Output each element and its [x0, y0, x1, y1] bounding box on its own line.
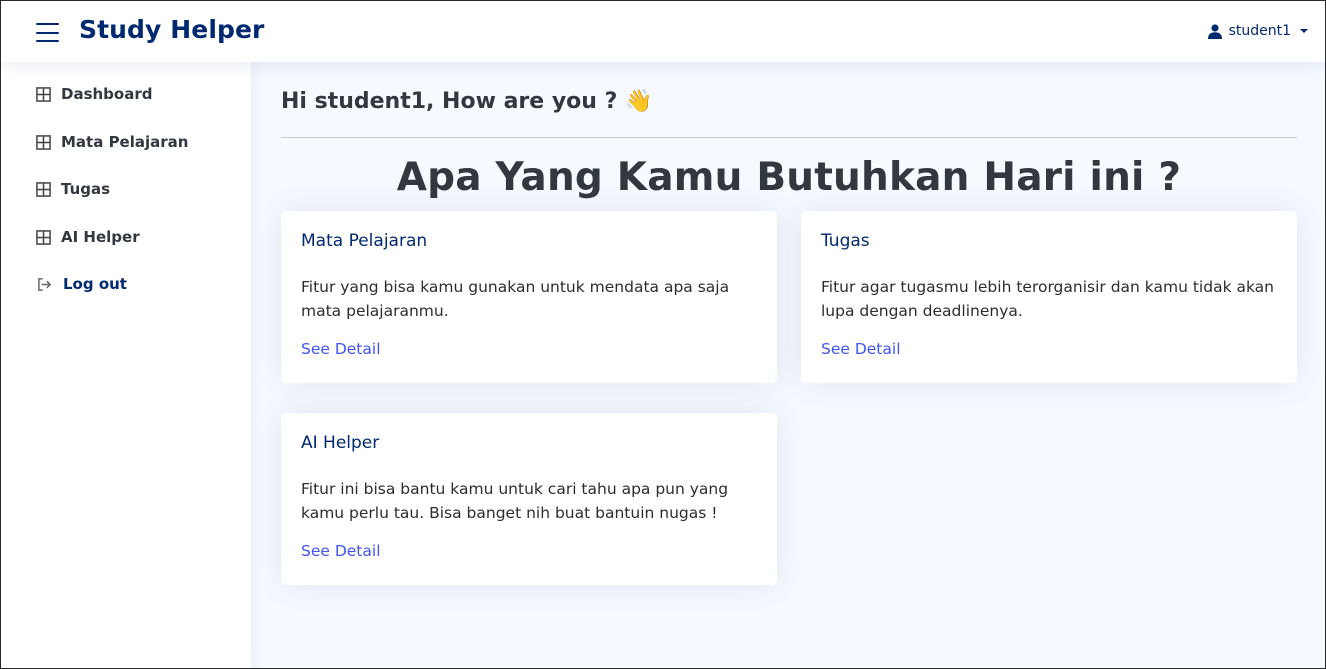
- card-title: AI Helper: [301, 433, 380, 453]
- sidebar-item-label: Tugas: [61, 180, 111, 198]
- see-detail-link[interactable]: See Detail: [301, 340, 381, 358]
- page-greeting: Hi student1, How are you ? 👋: [281, 89, 653, 114]
- divider: [281, 137, 1297, 138]
- user-name: student1: [1228, 23, 1291, 39]
- sidebar-item-mata-pelajaran[interactable]: Mata Pelajaran: [36, 133, 188, 151]
- grid-icon: [36, 134, 51, 150]
- person-icon: [1207, 23, 1222, 39]
- card-title: Mata Pelajaran: [301, 231, 428, 251]
- grid-icon: [36, 86, 51, 102]
- sidebar: Dashboard Mata Pelajaran Tugas AI Helper: [1, 62, 251, 668]
- card-title: Tugas: [821, 231, 870, 251]
- card-text: Fitur ini bisa bantu kamu untuk cari tah…: [301, 480, 729, 522]
- logout-icon: [38, 277, 52, 291]
- see-detail-link[interactable]: See Detail: [821, 340, 901, 358]
- card-mata-pelajaran: Mata Pelajaran Fitur yang bisa kamu guna…: [281, 211, 777, 383]
- grid-icon: [36, 181, 51, 197]
- sidebar-item-label: Dashboard: [61, 85, 153, 103]
- top-header: Study Helper student1: [1, 1, 1325, 62]
- grid-icon: [36, 229, 51, 245]
- user-menu[interactable]: student1: [1207, 23, 1308, 39]
- sidebar-item-label: Log out: [63, 275, 127, 293]
- sidebar-item-ai-helper[interactable]: AI Helper: [36, 228, 140, 246]
- sidebar-item-tugas[interactable]: Tugas: [36, 180, 110, 198]
- app-brand[interactable]: Study Helper: [79, 15, 264, 44]
- chevron-down-icon: [1300, 29, 1308, 33]
- card-text: Fitur agar tugasmu lebih terorganisir da…: [821, 278, 1274, 320]
- sidebar-toggle-icon[interactable]: [36, 23, 59, 42]
- see-detail-link[interactable]: See Detail: [301, 542, 381, 560]
- sidebar-item-label: AI Helper: [61, 228, 140, 246]
- card-ai-helper: AI Helper Fitur ini bisa bantu kamu untu…: [281, 413, 777, 585]
- card-tugas: Tugas Fitur agar tugasmu lebih terorgani…: [801, 211, 1297, 383]
- waving-hand-icon: 👋: [625, 89, 653, 114]
- page-title: Apa Yang Kamu Butuhkan Hari ini ?: [396, 155, 1182, 200]
- greeting-text: Hi student1, How are you ?: [281, 89, 618, 114]
- sidebar-item-dashboard[interactable]: Dashboard: [36, 85, 152, 103]
- card-text: Fitur yang bisa kamu gunakan untuk menda…: [301, 278, 730, 320]
- sidebar-item-label: Mata Pelajaran: [61, 133, 189, 151]
- sidebar-item-logout[interactable]: Log out: [36, 275, 127, 293]
